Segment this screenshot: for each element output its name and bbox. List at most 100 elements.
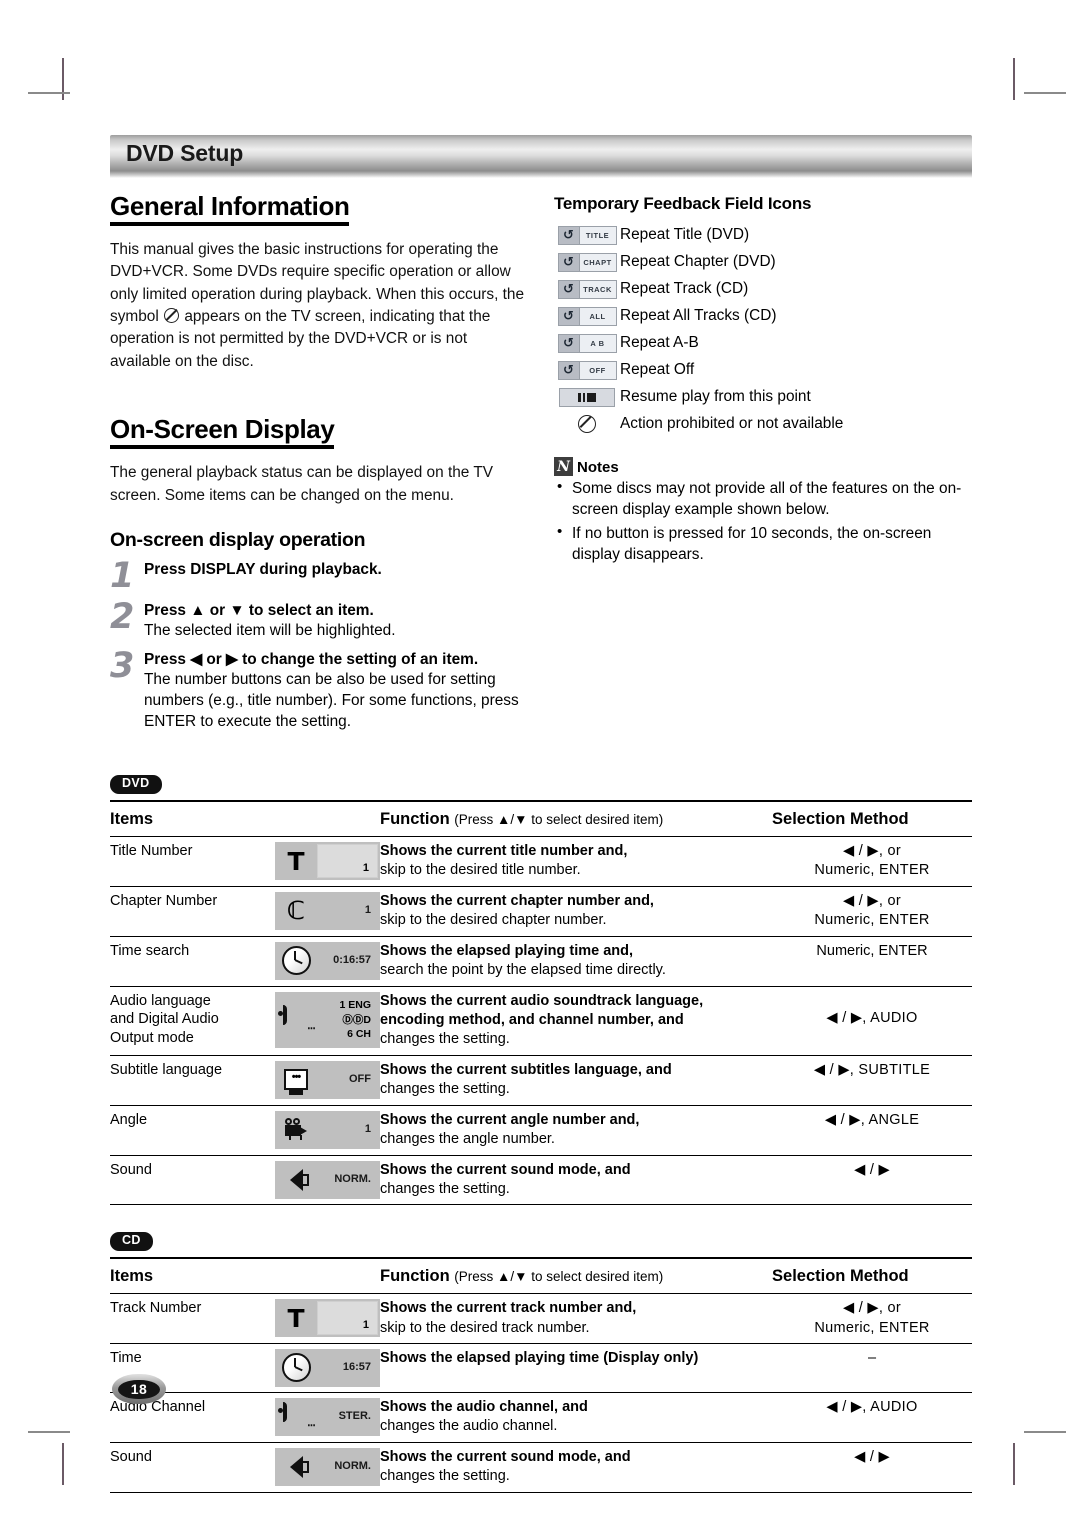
table-row: Time 16:57 Shows the elapsed playing tim… <box>110 1343 973 1393</box>
table-row: Track Number T 1 Shows the current track… <box>110 1293 973 1344</box>
dvd-row-item: Sound <box>110 1155 275 1206</box>
dvd-row-function-normal: skip to the desired title number. <box>380 862 581 879</box>
step-3-detail: The number buttons can be also be used f… <box>144 670 519 730</box>
dvd-row-function: Shows the current audio soundtrack langu… <box>380 986 773 1056</box>
cd-row-function: Shows the elapsed playing time (Display … <box>380 1343 773 1393</box>
note-item: Some discs may not provide all of the fe… <box>554 477 972 521</box>
dvd-row-icon-cell: ․․․ 1 ENG ⒹⒹD 6 CH <box>275 986 381 1056</box>
dvd-row-function-bold: Shows the elapsed playing time and, <box>380 942 634 959</box>
repeat-arrow-glyph: ↺ <box>563 362 574 378</box>
cd-row-selection-text: ◀ / ▶, AUDIO <box>826 1398 918 1415</box>
repeat-arrow-glyph: ↺ <box>563 227 574 243</box>
angle-osd-icon: 1 <box>275 1110 380 1149</box>
cd-row-function-bold: Shows the audio channel, and <box>380 1398 588 1415</box>
track-number-osd-icon: T 1 <box>275 1299 380 1338</box>
table-row: Time search 0:16:57 Shows the elapsed pl… <box>110 936 973 987</box>
dvd-row-icon-cell: ℂ 1 <box>275 886 381 937</box>
dvd-row-icon-cell: T 1 <box>275 836 381 887</box>
dvd-row-function: Shows the current title number and, skip… <box>380 836 773 887</box>
step-2-detail: The selected item will be highlighted. <box>144 622 396 640</box>
step-1-title: Press DISPLAY during playback. <box>144 560 382 578</box>
note-item: If no button is pressed for 10 seconds, … <box>554 522 972 566</box>
page-number-value: 18 <box>118 1379 160 1399</box>
dvd-row-function-normal: changes the setting. <box>380 1031 510 1048</box>
repeat-title-chip-label: TITLE <box>578 226 616 244</box>
stop-square <box>587 392 596 402</box>
feedback-item-resume-play-label: Resume play from this point <box>620 388 811 405</box>
table-row: Audio Channel ․․․ STER. Shows the audio … <box>110 1392 973 1443</box>
dvd-row-function-normal: changes the angle number. <box>380 1131 555 1148</box>
time-value: 16:57 <box>342 1361 371 1374</box>
dvd-row-icon-cell: 1 <box>275 1105 381 1156</box>
audio-channel-value: STER. <box>338 1410 371 1423</box>
feedback-item-repeat-chapter-label: Repeat Chapter (DVD) <box>620 253 776 270</box>
dvd-row-function: Shows the current sound mode, and change… <box>380 1155 773 1206</box>
repeat-title-icon: ↺ TITLE <box>557 225 617 245</box>
pause-bar-right <box>582 392 585 402</box>
repeat-arrow-glyph: ↺ <box>563 254 574 270</box>
cd-row-function-bold: Shows the current sound mode, and <box>380 1448 631 1465</box>
cd-row-icon-cell: ․․․ STER. <box>275 1392 381 1443</box>
repeat-chapter-icon: ↺ CHAPT <box>557 252 617 272</box>
cd-header-function-light: (Press ▲/▼ to select desired item) <box>454 1269 664 1285</box>
dvd-row-function-bold: Shows the current title number and, <box>380 843 628 860</box>
table-row: Angle 1 Shows the current angle number a… <box>110 1105 973 1156</box>
prohibited-icon <box>578 415 596 433</box>
dvd-row-item: Angle <box>110 1105 275 1156</box>
cd-table-header-row: Items Function (Press ▲/▼ to select desi… <box>110 1257 973 1295</box>
repeat-arrow-glyph: ↺ <box>563 335 574 351</box>
title-number-value: 1 <box>317 844 378 879</box>
page-header-bar: DVD Setup <box>110 135 972 171</box>
crop-mark-top-left-horizontal <box>28 92 70 94</box>
repeat-arrow-glyph: ↺ <box>563 308 574 324</box>
cd-header-items: Items <box>110 1257 381 1295</box>
cd-row-item: Track Number <box>110 1293 275 1344</box>
subtitle-language-value: OFF <box>349 1072 371 1085</box>
table-row: Sound NORM. Shows the current sound mode… <box>110 1155 973 1206</box>
notes-label: Notes <box>577 459 619 476</box>
page-number-outer: 18 <box>112 1374 166 1404</box>
repeat-track-icon: ↺ TRACK <box>557 279 617 299</box>
dvd-row-selection-text: Numeric, ENTER <box>816 942 928 959</box>
dvd-header-selection: Selection Method <box>772 800 973 838</box>
page-content: DVD Setup General Information This manua… <box>110 135 973 1493</box>
repeat-arrow-glyph: ↺ <box>563 281 574 297</box>
dvd-header-function-bold: Function <box>380 810 450 829</box>
title-number-osd-icon: T 1 <box>275 842 380 881</box>
audio-icon: ․․․ <box>283 1004 316 1033</box>
feedback-item-repeat-all: ↺ ALL Repeat All Tracks (CD) <box>554 305 972 327</box>
notes-list: Some discs may not provide all of the fe… <box>554 477 972 566</box>
temporary-feedback-heading: Temporary Feedback Field Icons <box>554 194 812 213</box>
cd-table-section: CD Items Function (Press ▲/▼ to select d… <box>110 1231 973 1493</box>
dvd-row-selection: ◀ / ▶ <box>772 1155 973 1206</box>
step-1: 1 Press DISPLAY during playback. <box>110 558 530 593</box>
repeat-track-chip-label: TRACK <box>578 280 616 298</box>
dvd-table-section: DVD Items Function (Press ▲/▼ to select … <box>110 774 973 1206</box>
dvd-row-function-normal: changes the setting. <box>380 1081 510 1098</box>
cd-row-function: Shows the current sound mode, and change… <box>380 1442 773 1493</box>
dvd-row-selection: ◀ / ▶, ANGLE <box>772 1105 973 1156</box>
right-column: Temporary Feedback Field Icons ↺ TITLE R… <box>554 192 972 732</box>
dvd-row-item: Audio language and Digital Audio Output … <box>110 986 275 1056</box>
dvd-row-function-bold: Shows the current chapter number and, <box>380 892 654 909</box>
cd-row-selection: ◀ / ▶, AUDIO <box>772 1392 973 1443</box>
dvd-row-function-normal: skip to the desired chapter number. <box>380 912 607 929</box>
sound-cd-value: NORM. <box>334 1459 371 1472</box>
table-row: Title Number T 1 Shows the current title… <box>110 836 973 887</box>
dvd-header-function-light: (Press ▲/▼ to select desired item) <box>454 812 664 828</box>
dvd-row-function-bold: Shows the current angle number and, <box>380 1111 640 1128</box>
chapter-c-glyph: ℂ <box>286 896 306 926</box>
clock-icon <box>281 1353 311 1383</box>
dvd-row-item: Title Number <box>110 836 275 887</box>
feedback-item-repeat-title: ↺ TITLE Repeat Title (DVD) <box>554 224 972 246</box>
feedback-item-repeat-all-label: Repeat All Tracks (CD) <box>620 307 777 324</box>
repeat-chapter-chip-label: CHAPT <box>578 253 616 271</box>
dvd-row-selection: ◀ / ▶, AUDIO <box>772 986 973 1056</box>
feedback-item-repeat-off-label: Repeat Off <box>620 361 695 378</box>
cd-header-function-bold: Function <box>380 1267 450 1286</box>
dvd-row-function: Shows the elapsed playing time and, sear… <box>380 936 773 987</box>
time-search-value: 0:16:57 <box>333 953 371 966</box>
dvd-table-header-row: Items Function (Press ▲/▼ to select desi… <box>110 800 973 838</box>
subtitle-language-osd-icon: ••• OFF <box>275 1060 380 1099</box>
page-number-badge: 18 <box>112 1374 166 1404</box>
